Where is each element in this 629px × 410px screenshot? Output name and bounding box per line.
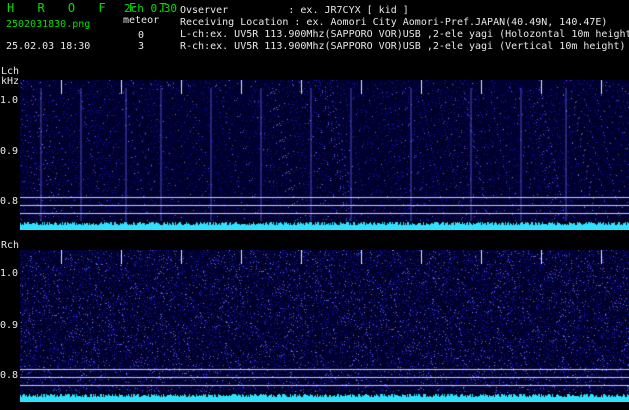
lch-ytick-0.8: 0.8 <box>0 196 19 207</box>
rch-ytick-1.0: 1.0 <box>0 268 19 279</box>
meteor-label: meteor <box>123 15 160 26</box>
lch-ytick-1.0: 1.0 <box>0 95 19 106</box>
rch-ytick-0.9: 0.9 <box>0 320 19 331</box>
mode-label: 2ch 0.30 <box>124 2 177 15</box>
lch-spectrogram <box>20 80 629 230</box>
rch-info: R-ch:ex. UV5R 113.900Mhz(SAPPORO VOR)USB… <box>180 41 626 52</box>
observer-info: Ovserver : ex. JR7CYX [ kid ] <box>180 5 409 16</box>
lch-info: L-ch:ex. UV5R 113.900Mhz(SAPPORO VOR)USB… <box>180 29 629 40</box>
filename: 2502031830.png <box>6 19 91 30</box>
location-info: Receiving Location : ex. Aomori City Aom… <box>180 17 608 28</box>
datetime: 25.02.03 18:30 <box>6 41 91 52</box>
meteor-count-lch: 0 <box>138 30 145 41</box>
lch-ytick-0.9: 0.9 <box>0 146 19 157</box>
rch-ytick-0.8: 0.8 <box>0 370 19 381</box>
rch-label: Rch <box>1 240 20 251</box>
meteor-count-rch: 3 <box>138 41 145 52</box>
lch-unit: kHz <box>1 76 20 87</box>
rch-spectrogram <box>20 250 629 402</box>
